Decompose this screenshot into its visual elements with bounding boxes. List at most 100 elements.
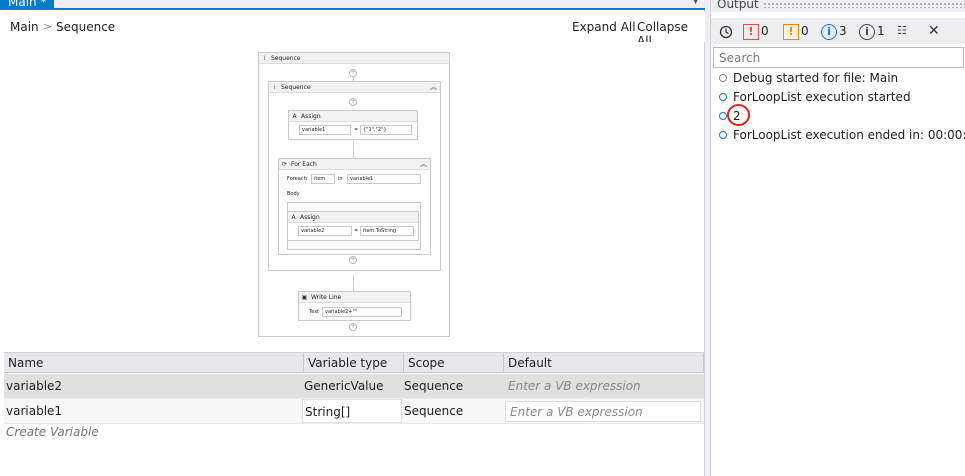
writeline-activity[interactable]: ▣ Write Line Text variable2+""	[298, 291, 411, 321]
variable-scope[interactable]: Sequence	[402, 399, 502, 423]
activity-header: A Assign	[289, 111, 417, 122]
output-panel: Output !0 !0 i3 i1 ☷ ✕ Debug started for…	[710, 0, 965, 476]
sequence-activity-inner[interactable]: ⁞ Sequence ︽ + A Assign variable1 = {"1"…	[268, 81, 441, 271]
errors-filter-button[interactable]: ! 0	[743, 20, 769, 42]
connector-line	[353, 275, 354, 291]
drop-target-plus-icon[interactable]: +	[349, 256, 357, 264]
log-text: Debug started for file: Main	[733, 71, 899, 85]
designer-pane: Main * ▼ Main > Sequence Expand All Coll…	[0, 0, 705, 476]
filter-list-icon[interactable]: ☷	[897, 20, 907, 42]
activity-header: ⁞ Sequence	[259, 53, 449, 64]
activity-header: ⁞ Sequence ︽	[269, 82, 440, 93]
info-count: 3	[839, 24, 847, 38]
info-icon: i	[821, 23, 837, 40]
output-title: Output	[717, 0, 759, 11]
app-window: Main * ▼ Main > Sequence Expand All Coll…	[0, 0, 965, 476]
table-row[interactable]: variable2 GenericValue Sequence Enter a …	[4, 374, 704, 399]
sequence-activity-outer[interactable]: ⁞ Sequence + ⁞ Sequence ︽ + A Assign var…	[258, 52, 450, 337]
breadcrumb-item-sequence[interactable]: Sequence	[56, 20, 115, 34]
body-label: Body	[287, 191, 300, 197]
assign-to-field[interactable]: variable2	[298, 226, 352, 236]
info-filter-button[interactable]: i3	[821, 20, 847, 42]
info-dot-icon	[719, 92, 727, 101]
in-label: in	[338, 176, 343, 182]
assign-value-field[interactable]: {"1","2"}	[360, 125, 412, 135]
activity-header: ▣ Write Line	[299, 292, 410, 303]
writeline-text-field[interactable]: variable2+""	[322, 307, 402, 317]
warnings-count: 0	[801, 24, 809, 38]
output-toolbar: ! 0 ! 0 i3 i1 ☷ ✕	[711, 18, 965, 44]
drop-target-plus-icon[interactable]: +	[349, 69, 357, 77]
assign-activity-2[interactable]: A Assign variable2 = item.ToString	[287, 211, 419, 241]
create-variable-link[interactable]: Create Variable	[6, 425, 99, 439]
chevron-right-icon: >	[43, 20, 53, 33]
assign-operator: =	[354, 228, 359, 234]
expand-all-button[interactable]: Expand All	[572, 20, 636, 34]
column-header-scope[interactable]: Scope	[404, 353, 504, 373]
foreach-icon: ⟳	[281, 161, 288, 168]
connector-line	[353, 140, 354, 160]
variable-name[interactable]: variable2	[4, 374, 300, 398]
drop-target-plus-icon[interactable]: +	[349, 98, 357, 106]
column-header-default[interactable]: Default	[504, 353, 704, 373]
errors-count: 0	[761, 24, 769, 38]
variable-name[interactable]: variable1	[4, 399, 300, 423]
log-entry[interactable]: ForLoopList execution ended in: 00:00:01	[719, 126, 965, 144]
activity-header: ⟳ For Each ︽	[279, 159, 430, 170]
activity-header: A Assign	[288, 212, 418, 223]
variable-type[interactable]: GenericValue	[302, 374, 402, 398]
variable-scope[interactable]: Sequence	[402, 374, 502, 398]
trace-filter-button[interactable]: i1	[859, 20, 885, 42]
drag-grip[interactable]	[763, 2, 965, 8]
sequence-icon: ⁞	[273, 84, 276, 91]
clock-icon[interactable]	[719, 20, 733, 42]
text-label: Text	[309, 309, 320, 315]
activity-title: Assign	[301, 113, 321, 120]
tab-dropdown-icon[interactable]: ▼	[692, 0, 699, 8]
column-header-name[interactable]: Name	[4, 353, 304, 373]
assign-operator: =	[354, 127, 359, 133]
assign-to-field[interactable]: variable1	[299, 125, 351, 135]
drop-target-plus-icon[interactable]: +	[349, 323, 357, 331]
assign-icon: A	[291, 214, 296, 221]
assign-value-field[interactable]: item.ToString	[360, 226, 414, 236]
foreach-collection-field[interactable]: variable1	[347, 174, 421, 184]
warnings-filter-button[interactable]: ! 0	[783, 20, 809, 42]
foreach-body[interactable]: A Assign variable2 = item.ToString	[287, 202, 421, 250]
trace-icon: i	[859, 23, 875, 40]
collapse-icon[interactable]: ︽	[430, 82, 437, 92]
breadcrumb-item-main[interactable]: Main	[10, 20, 39, 34]
sequence-icon: ⁞	[263, 55, 266, 62]
clear-close-icon[interactable]: ✕	[928, 20, 940, 42]
variable-type[interactable]: String[]	[302, 399, 402, 423]
activity-title: Assign	[300, 214, 320, 221]
log-text: ForLoopList execution started	[733, 90, 911, 104]
output-title-bar: Output	[711, 0, 965, 12]
output-search-input[interactable]	[713, 47, 964, 68]
collapse-icon[interactable]: ︽	[420, 159, 427, 169]
log-entry[interactable]: ForLoopList execution started	[719, 88, 911, 106]
log-entry[interactable]: Debug started for file: Main	[719, 69, 898, 87]
workflow-canvas[interactable]: ⁞ Sequence + ⁞ Sequence ︽ + A Assign var…	[4, 42, 704, 350]
foreach-label: Foreach	[287, 176, 307, 182]
writeline-icon: ▣	[301, 294, 308, 301]
activity-title: Sequence	[271, 55, 301, 62]
activity-title: For Each	[291, 161, 317, 168]
default-expression-input[interactable]: Enter a VB expression	[505, 401, 701, 422]
default-expression-input[interactable]: Enter a VB expression	[504, 376, 700, 397]
trace-dot-icon	[719, 73, 727, 82]
assign-icon: A	[292, 113, 297, 120]
activity-title: Write Line	[311, 294, 342, 301]
highlight-circle-annotation	[727, 104, 750, 126]
foreach-item-field[interactable]: item	[311, 174, 335, 184]
log-text: ForLoopList execution ended in: 00:00:01	[733, 128, 965, 142]
table-row[interactable]: variable1 String[] Sequence Enter a VB e…	[4, 399, 704, 424]
foreach-activity[interactable]: ⟳ For Each ︽ Foreach item in variable1 B…	[278, 158, 431, 255]
activity-title: Sequence	[281, 84, 311, 91]
column-header-type[interactable]: Variable type	[304, 353, 404, 373]
assign-activity-1[interactable]: A Assign variable1 = {"1","2"}	[288, 110, 418, 140]
trace-count: 1	[877, 24, 885, 38]
tab-main[interactable]: Main *	[0, 0, 55, 10]
warning-icon: !	[783, 23, 799, 40]
error-icon: !	[743, 23, 759, 40]
